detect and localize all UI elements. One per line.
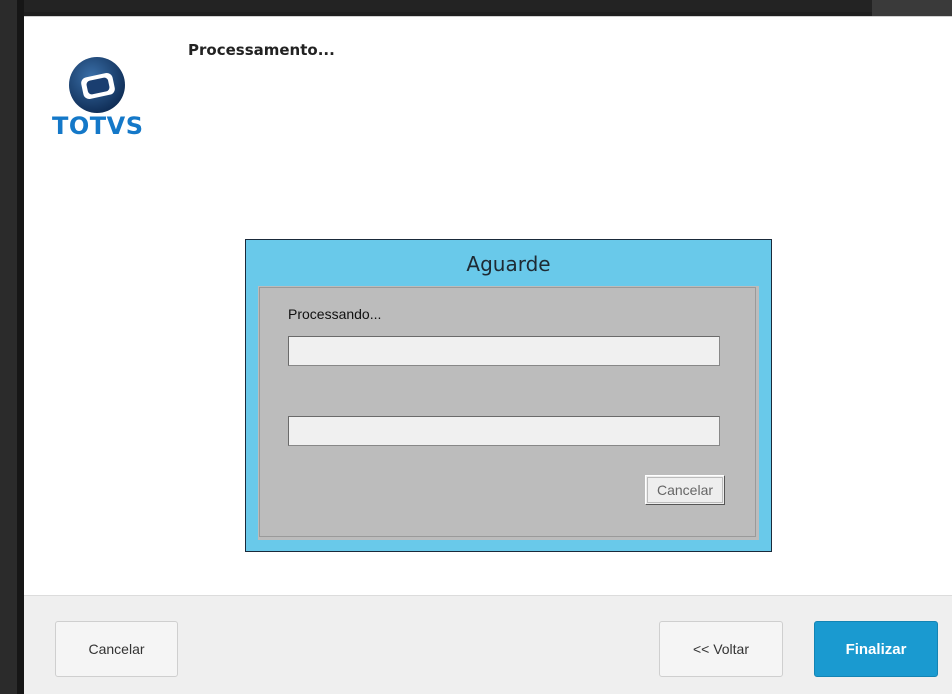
back-button[interactable]: << Voltar xyxy=(659,621,783,677)
wait-dialog: Aguarde Processando... Cancelar xyxy=(245,239,772,552)
dialog-title: Aguarde xyxy=(466,252,551,276)
progress-field-1 xyxy=(288,336,720,366)
dialog-cancel-button[interactable]: Cancelar xyxy=(645,475,725,505)
wizard-footer: Cancelar << Voltar Finalizar xyxy=(24,595,952,694)
finish-button[interactable]: Finalizar xyxy=(814,621,938,677)
status-label: Processando... xyxy=(288,306,382,322)
cancel-button[interactable]: Cancelar xyxy=(55,621,178,677)
top-strip xyxy=(0,0,952,12)
dialog-body: Processando... Cancelar xyxy=(258,286,759,540)
logo-text: TOTVS xyxy=(52,112,144,140)
wizard-window: TOTVS Processamento... Aguarde Processan… xyxy=(24,16,952,694)
left-edge xyxy=(0,0,24,694)
dialog-cancel-label: Cancelar xyxy=(656,482,714,498)
page-title: Processamento... xyxy=(188,41,335,59)
progress-field-2 xyxy=(288,416,720,446)
